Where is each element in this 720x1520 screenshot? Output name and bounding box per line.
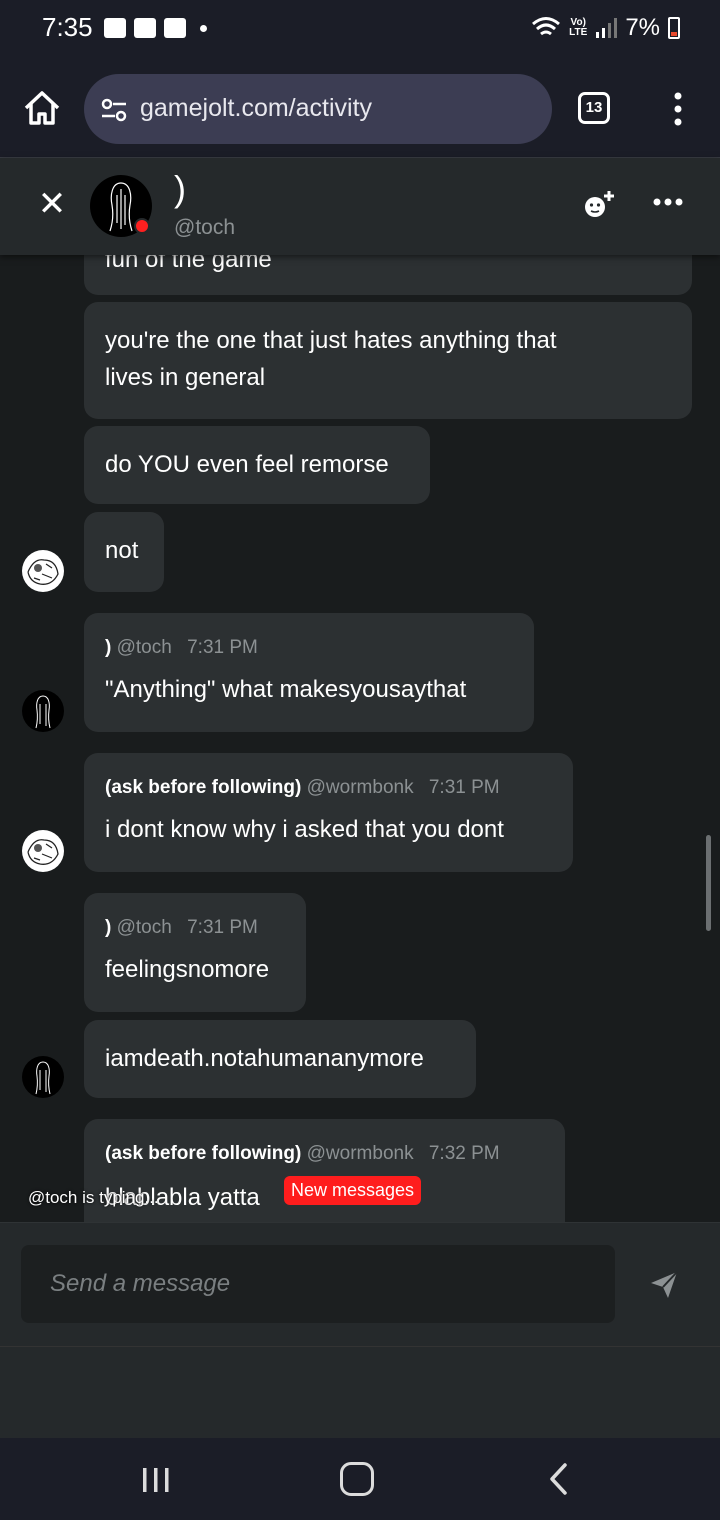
avatar[interactable] bbox=[22, 550, 64, 592]
message-bubble: iamdeath.notahumananymore bbox=[84, 1020, 476, 1098]
close-icon[interactable]: ✕ bbox=[36, 187, 68, 221]
nav-back-icon[interactable] bbox=[544, 1462, 574, 1496]
wifi-icon bbox=[532, 17, 561, 36]
more-notifications-icon bbox=[200, 24, 207, 32]
message-meta: ) @toch 7:31 PM bbox=[105, 637, 258, 659]
sender-handle: @wormbonk bbox=[306, 777, 414, 798]
message-bubble: fun of the game bbox=[84, 255, 692, 295]
message-text: iamdeath.notahumananymore bbox=[105, 1045, 424, 1072]
gallery-notification-icon bbox=[104, 18, 126, 38]
new-messages-button[interactable]: New messages bbox=[284, 1176, 422, 1205]
avatar-drawing bbox=[35, 695, 51, 729]
message-meta: (ask before following) @wormbonk 7:31 PM bbox=[105, 777, 500, 799]
scrollbar[interactable] bbox=[706, 835, 711, 931]
message-bubble: not bbox=[84, 512, 164, 592]
overflow-menu-icon[interactable] bbox=[664, 90, 692, 128]
sender-handle: @toch bbox=[116, 637, 172, 658]
composer-footer bbox=[0, 1346, 720, 1438]
avatar-drawing bbox=[27, 559, 59, 585]
message-text: fun of the game bbox=[105, 255, 272, 273]
sender-name[interactable]: ) bbox=[105, 917, 111, 938]
battery-percentage: 7% bbox=[625, 14, 660, 41]
address-bar[interactable]: gamejolt.com/activity bbox=[84, 74, 552, 144]
sender-name[interactable]: ) bbox=[105, 637, 111, 658]
chat-user-handle: @toch bbox=[174, 216, 236, 239]
recent-apps-icon[interactable] bbox=[140, 1466, 172, 1494]
message-text: feelingsnomore bbox=[105, 956, 270, 983]
system-navigation-bar bbox=[0, 1438, 720, 1520]
message-composer: Send a message bbox=[0, 1222, 720, 1346]
message-meta: (ask before following) @wormbonk 7:32 PM bbox=[105, 1143, 500, 1165]
message-text: "Anything" what makesyousaythat bbox=[105, 676, 467, 703]
chat-message-list[interactable]: fun of the game you're the one that just… bbox=[0, 255, 720, 1222]
message-bubble: do YOU even feel remorse bbox=[84, 426, 430, 504]
message-time: 7:32 PM bbox=[428, 1143, 500, 1164]
message-bubble: ) @toch 7:31 PM "Anything" what makesyou… bbox=[84, 613, 534, 732]
message-time: 7:31 PM bbox=[187, 917, 258, 938]
avatar[interactable] bbox=[22, 1056, 64, 1098]
sender-name[interactable]: (ask before following) bbox=[105, 1143, 301, 1164]
sender-handle: @wormbonk bbox=[306, 1143, 414, 1164]
site-settings-icon[interactable] bbox=[100, 96, 128, 124]
message-time: 7:31 PM bbox=[428, 777, 500, 798]
sender-name[interactable]: (ask before following) bbox=[105, 777, 301, 798]
typing-indicator: @toch is typing... bbox=[28, 1188, 159, 1207]
message-input-placeholder: Send a message bbox=[50, 1270, 231, 1297]
home-icon[interactable] bbox=[22, 88, 62, 128]
browser-toolbar: gamejolt.com/activity 13 bbox=[0, 60, 720, 158]
more-options-icon[interactable] bbox=[652, 196, 684, 208]
message-text: you're the one that just hates anything … bbox=[105, 327, 557, 354]
message-text: lives in general bbox=[105, 364, 266, 391]
avatar-drawing bbox=[27, 839, 59, 865]
message-text: do YOU even feel remorse bbox=[105, 451, 389, 478]
add-friend-icon[interactable] bbox=[582, 188, 618, 220]
sender-handle: @toch bbox=[116, 917, 172, 938]
avatar[interactable] bbox=[22, 830, 64, 872]
tab-switcher-icon[interactable]: 13 bbox=[578, 92, 610, 124]
system-status: Vo) LTE 7% bbox=[531, 14, 680, 42]
chat-header: ✕ ) @toch bbox=[0, 158, 720, 255]
status-time: 7:35 bbox=[42, 12, 93, 42]
avatar-drawing bbox=[35, 1061, 51, 1095]
signal-icon bbox=[596, 18, 618, 38]
youtube-notification-icon bbox=[164, 18, 186, 38]
nav-home-icon[interactable] bbox=[340, 1462, 374, 1496]
message-text: i dont know why i asked that you dont bbox=[105, 816, 504, 843]
send-icon[interactable] bbox=[648, 1269, 680, 1301]
avatar[interactable] bbox=[22, 690, 64, 732]
battery-icon bbox=[668, 17, 680, 39]
message-text: not bbox=[105, 537, 139, 564]
status-bar: 7:35 Vo) LTE 7% bbox=[0, 0, 720, 60]
online-status-dot bbox=[134, 218, 150, 234]
message-time: 7:31 PM bbox=[187, 637, 258, 658]
chat-user-name: ) bbox=[174, 168, 186, 209]
volte-icon: Vo) LTE bbox=[569, 17, 588, 38]
message-bubble: (ask before following) @wormbonk 7:31 PM… bbox=[84, 753, 573, 872]
message-meta: ) @toch 7:31 PM bbox=[105, 917, 258, 939]
youtube-notification-icon bbox=[134, 18, 156, 38]
message-bubble: you're the one that just hates anything … bbox=[84, 302, 692, 419]
url-text: gamejolt.com/activity bbox=[140, 94, 373, 122]
message-bubble: ) @toch 7:31 PM feelingsnomore bbox=[84, 893, 306, 1012]
notification-icons bbox=[104, 18, 207, 38]
